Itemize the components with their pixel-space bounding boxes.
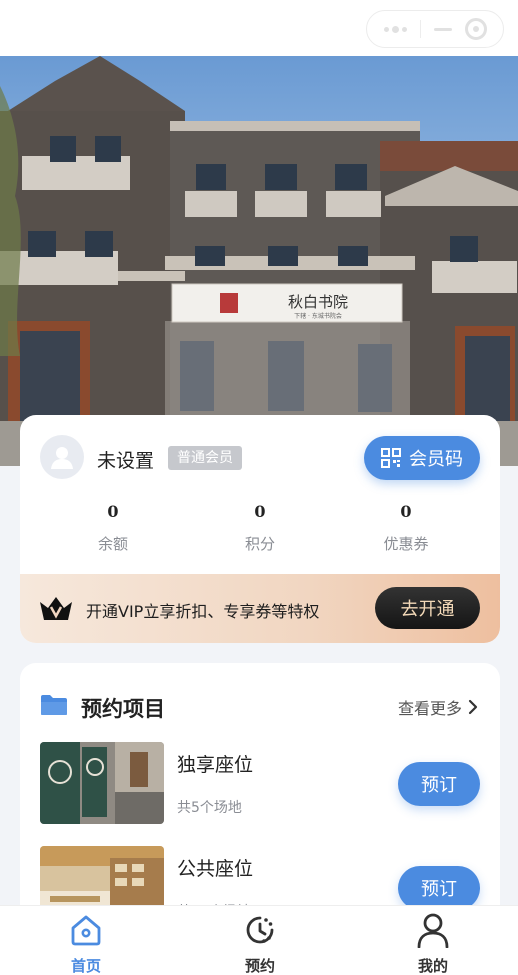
- more-dots-icon[interactable]: [383, 25, 407, 33]
- vip-crown-icon: [40, 597, 72, 620]
- user-icon: [417, 913, 449, 948]
- stat-balance[interactable]: 0 余额: [53, 501, 173, 554]
- username[interactable]: 未设置: [97, 446, 154, 473]
- book-button[interactable]: 预订: [398, 866, 480, 910]
- minimize-icon[interactable]: [433, 27, 452, 31]
- bottom-tab-bar: 首页 预约 我的: [0, 905, 518, 975]
- member-card: 未设置 普通会员 会员码 0 余额 0 积分 0 优惠券 开通VIP立享折扣、专…: [20, 415, 500, 643]
- booking-section-header: 预约项目 查看更多: [20, 691, 500, 721]
- stat-balance-value: 0: [107, 502, 119, 521]
- chevron-right-icon: [468, 699, 478, 715]
- booking-item[interactable]: 独享座位 共5个场地 预订: [40, 742, 480, 826]
- member-level-badge: 普通会员: [168, 446, 242, 470]
- tab-home-label: 首页: [70, 957, 101, 975]
- stat-points[interactable]: 0 积分: [200, 501, 320, 554]
- tab-booking[interactable]: 预约: [210, 912, 310, 975]
- booking-item-venue-count: 共5个场地: [177, 800, 242, 816]
- banner-image[interactable]: 秋白书院 下辖 · 东城书院会: [0, 56, 518, 466]
- tab-home[interactable]: 首页: [36, 912, 136, 975]
- banner-sign-text: 秋白书院: [288, 293, 348, 311]
- stat-coupons-label: 优惠券: [383, 535, 429, 553]
- book-button[interactable]: 预订: [398, 762, 480, 806]
- booking-item-name: 公共座位: [177, 858, 254, 880]
- see-more-link[interactable]: 查看更多: [398, 695, 478, 719]
- clock-icon: [246, 916, 274, 944]
- folder-icon: [41, 695, 67, 715]
- stat-points-label: 积分: [244, 535, 275, 553]
- member-code-button[interactable]: 会员码: [364, 436, 480, 480]
- see-more-label: 查看更多: [397, 699, 462, 718]
- tab-booking-label: 预约: [244, 957, 275, 975]
- vip-open-button[interactable]: 去开通: [375, 587, 480, 629]
- vip-promo-bar[interactable]: 开通VIP立享折扣、专享券等特权 去开通: [20, 574, 500, 643]
- top-bar: [0, 0, 518, 56]
- stat-coupons[interactable]: 0 优惠券: [346, 501, 466, 554]
- booking-section-title: 预约项目: [81, 697, 165, 721]
- booking-item-name: 独享座位: [177, 754, 254, 776]
- tab-mine-label: 我的: [417, 957, 448, 975]
- tab-mine[interactable]: 我的: [383, 912, 483, 975]
- user-avatar-icon: [51, 447, 73, 469]
- avatar[interactable]: [40, 435, 84, 479]
- close-target-icon[interactable]: [464, 18, 487, 40]
- home-icon: [71, 915, 101, 946]
- member-code-label: 会员码: [409, 449, 463, 470]
- vip-promo-text: 开通VIP立享折扣、专享券等特权: [86, 602, 320, 621]
- stat-coupons-value: 0: [400, 502, 412, 521]
- member-stats: 0 余额 0 积分 0 优惠券: [20, 501, 500, 561]
- capsule-divider: [419, 20, 421, 38]
- qr-code-icon: [381, 448, 401, 468]
- banner-sign-subtext: 下辖 · 东城书院会: [294, 312, 342, 320]
- stat-points-value: 0: [254, 502, 266, 521]
- booking-item-thumbnail[interactable]: [40, 742, 164, 824]
- stat-balance-label: 余额: [97, 535, 128, 553]
- miniprogram-capsule: [366, 10, 504, 48]
